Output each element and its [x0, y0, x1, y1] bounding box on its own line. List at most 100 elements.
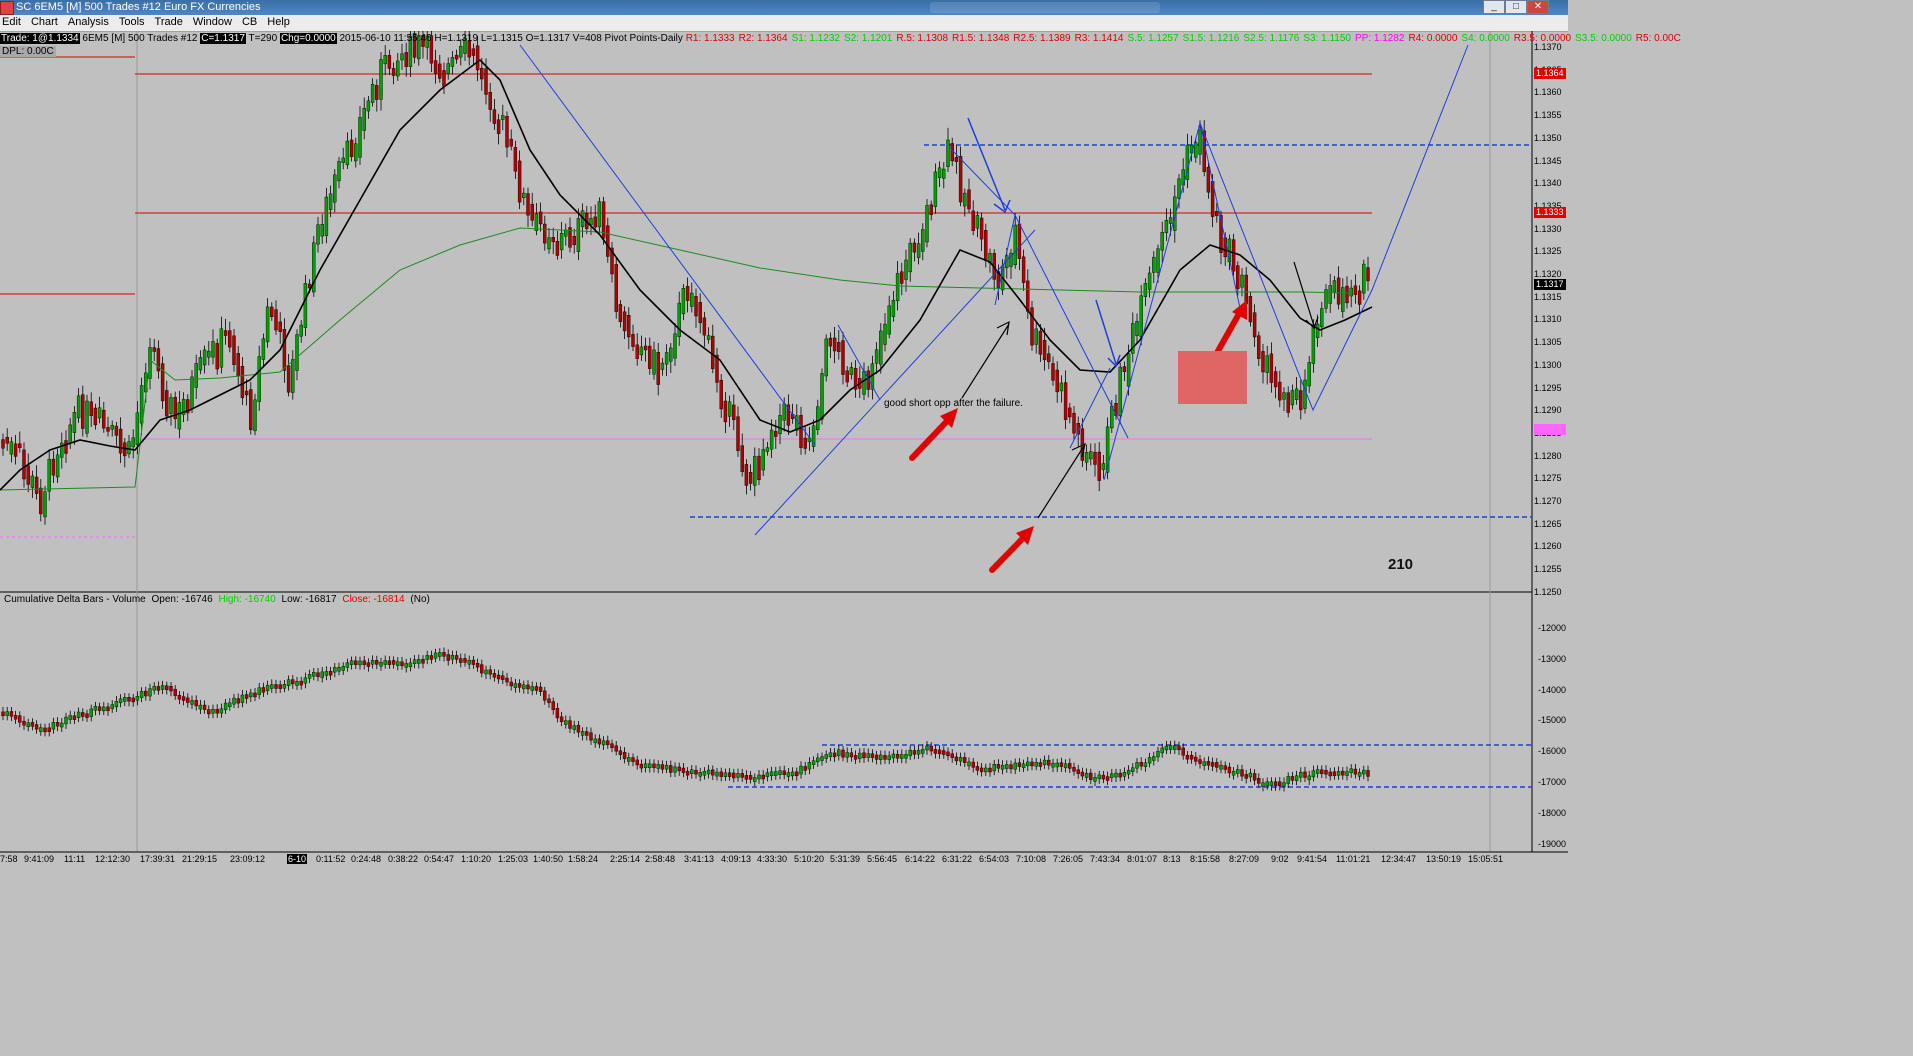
candle-up — [337, 161, 341, 182]
time-axis-label: 21:29:15 — [182, 854, 218, 864]
candle-up — [975, 215, 980, 229]
candle-up — [1282, 782, 1286, 787]
candle-down — [719, 379, 723, 410]
symbol-info: 6EM5 [M] 500 Trades #12 — [82, 33, 198, 44]
candle-down — [30, 722, 35, 727]
candle-up — [1156, 750, 1160, 758]
candle-down — [1021, 256, 1026, 283]
candle-up — [412, 659, 417, 664]
annotation-number[interactable]: 210 — [1388, 556, 1413, 573]
chart-canvas[interactable] — [0, 31, 1568, 866]
candle-down — [72, 715, 77, 720]
candle-up — [572, 725, 576, 730]
candle-down — [950, 143, 954, 162]
close-button[interactable]: ✕ — [1527, 0, 1549, 14]
candle-up — [723, 772, 728, 777]
price-axis-label: 1.1255 — [1534, 564, 1562, 575]
candle-down — [618, 304, 623, 322]
menu-edit[interactable]: Edit — [0, 15, 26, 28]
candle-up — [400, 53, 404, 61]
delta-axis-label: -14000 — [1538, 684, 1567, 695]
candle-down — [106, 706, 110, 712]
candle-down — [593, 216, 597, 228]
candle-down — [1223, 765, 1227, 770]
blue-arrows[interactable] — [967, 117, 1121, 368]
candle-up — [333, 174, 337, 203]
menu-cb[interactable]: CB — [237, 15, 262, 28]
chart-info-line: Trade: 1@1.1334 6EM5 [M] 500 Trades #12 … — [0, 33, 1685, 45]
menu-tools[interactable]: Tools — [114, 15, 150, 28]
candle-down — [475, 45, 480, 71]
candle-up — [467, 659, 471, 665]
candle-up — [1059, 382, 1064, 392]
candle-up — [1173, 745, 1177, 750]
delta-axis-label: -19000 — [1538, 838, 1567, 849]
price-axis-label: 1.1355 — [1534, 110, 1562, 121]
menu-trade[interactable]: Trade — [150, 15, 188, 28]
candle-down — [471, 659, 476, 665]
candle-up — [303, 283, 308, 328]
candle-down — [1303, 771, 1307, 778]
candle-down — [648, 345, 652, 369]
candle-down — [975, 766, 980, 771]
candle-down — [349, 139, 354, 158]
price-axis-label: 1.1295 — [1534, 382, 1562, 393]
candle-up — [921, 229, 925, 252]
price-axis-label: 1.1325 — [1534, 246, 1562, 257]
time-axis-label: 9:41:54 — [1297, 854, 1328, 864]
candle-up — [219, 708, 224, 714]
menu-bar: Edit Chart Analysis Tools Trade Window CB Help — [0, 15, 1568, 32]
candle-up — [211, 708, 215, 714]
candle-up — [282, 684, 287, 689]
menu-analysis[interactable]: Analysis — [63, 15, 114, 28]
candle-up — [673, 333, 677, 359]
candle-up — [727, 401, 732, 417]
background-window-ghost — [930, 2, 1160, 13]
menu-chart[interactable]: Chart — [26, 15, 63, 28]
candle-up — [249, 692, 253, 698]
candle-down — [618, 750, 623, 755]
annotation-text[interactable]: good short opp after the failure. — [884, 398, 1023, 409]
candle-up — [820, 373, 824, 420]
candle-up — [240, 694, 245, 703]
candle-down — [967, 189, 971, 210]
candle-up — [1231, 770, 1236, 776]
candle-down — [551, 701, 555, 710]
time-axis-label: 11:11 — [64, 854, 86, 864]
menu-window[interactable]: Window — [188, 15, 237, 28]
candle-up — [774, 771, 778, 776]
candle-up — [127, 441, 131, 455]
candle-up — [1349, 768, 1353, 773]
candle-down — [942, 750, 946, 755]
candle-down — [929, 745, 933, 752]
red-arrows[interactable] — [909, 300, 1247, 573]
candle-up — [135, 696, 140, 701]
maximize-button[interactable]: □ — [1505, 0, 1527, 14]
candle-up — [681, 288, 686, 315]
candle-up — [1362, 263, 1366, 294]
candle-down — [622, 311, 627, 332]
minimize-button[interactable]: _ — [1483, 0, 1505, 14]
time-axis-label: 0:38:22 — [388, 854, 419, 864]
candle-down — [1215, 762, 1219, 768]
candle-up — [664, 764, 669, 770]
candle-down — [757, 455, 761, 480]
price-axis-label: 1.1340 — [1534, 178, 1562, 189]
candle-down — [883, 755, 887, 760]
candle-up — [643, 763, 648, 768]
highlight-box[interactable] — [1178, 351, 1247, 404]
candle-down — [484, 68, 488, 95]
candle-up — [194, 363, 198, 388]
menu-help[interactable]: Help — [262, 15, 295, 28]
candle-down — [429, 655, 434, 660]
candle-down — [480, 67, 484, 80]
time-axis-label: 12:12:30 — [95, 854, 131, 864]
candle-down — [85, 713, 89, 718]
candle-down — [719, 771, 723, 777]
stats-info: 2015-06-10 11:55:46 H=1.1319 L=1.1315 O=… — [339, 33, 683, 44]
candle-up — [261, 338, 266, 360]
candle-down — [937, 749, 942, 755]
candle-down — [832, 752, 837, 758]
candle-up — [30, 475, 35, 488]
candle-up — [131, 437, 135, 448]
